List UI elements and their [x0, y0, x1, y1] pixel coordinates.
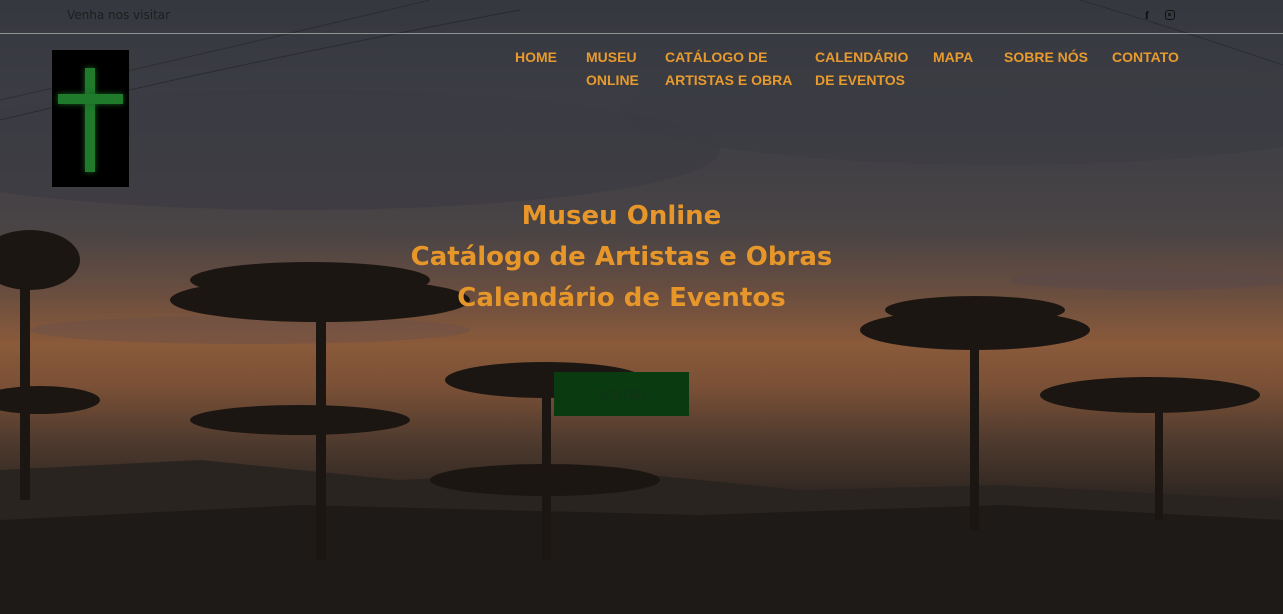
instagram-icon[interactable]: [1165, 8, 1175, 22]
hero-line-calendario: Calendário de Eventos: [457, 283, 786, 313]
visit-button[interactable]: VISITAR: [554, 372, 689, 416]
nav-label: HOME: [515, 49, 557, 65]
nav-item-contato[interactable]: CONTATO: [1112, 46, 1179, 69]
nav-label: ONLINE: [586, 72, 639, 88]
hero-headline: Museu Online Catálogo de Artistas e Obra…: [0, 196, 1243, 319]
facebook-icon[interactable]: f: [1145, 8, 1149, 23]
nav-label: MAPA: [933, 49, 974, 65]
nav-item-catalogo[interactable]: CATÁLOGO DE ARTISTAS E OBRA: [665, 46, 792, 92]
nav-label: CONTATO: [1112, 49, 1179, 65]
nav-label: MUSEU: [586, 49, 637, 65]
nav-label: SOBRE NÓS: [1004, 49, 1089, 65]
nav-item-mapa[interactable]: MAPA: [933, 46, 973, 69]
nav-item-sobre-nos[interactable]: SOBRE NÓS: [1004, 46, 1088, 69]
topbar-visit-text: Venha nos visitar: [67, 8, 171, 22]
nav-label: CALENDÁRIO: [815, 49, 909, 65]
hero-line-catalogo: Catálogo de Artistas e Obras: [410, 242, 833, 272]
hero-line-museu: Museu Online: [521, 201, 722, 231]
nav-label: DE EVENTOS: [815, 72, 905, 88]
nav-item-museu-online[interactable]: MUSEU ONLINE: [586, 46, 639, 92]
nav-item-calendario[interactable]: CALENDÁRIO DE EVENTOS: [815, 46, 908, 92]
nav-label: CATÁLOGO DE: [665, 49, 768, 65]
main-nav: HOME MUSEU ONLINE CATÁLOGO DE ARTISTAS E…: [0, 46, 1283, 96]
nav-item-home[interactable]: HOME: [515, 46, 557, 69]
top-bar: Venha nos visitar f: [0, 0, 1283, 34]
nav-label: ARTISTAS E OBRA: [665, 72, 793, 88]
